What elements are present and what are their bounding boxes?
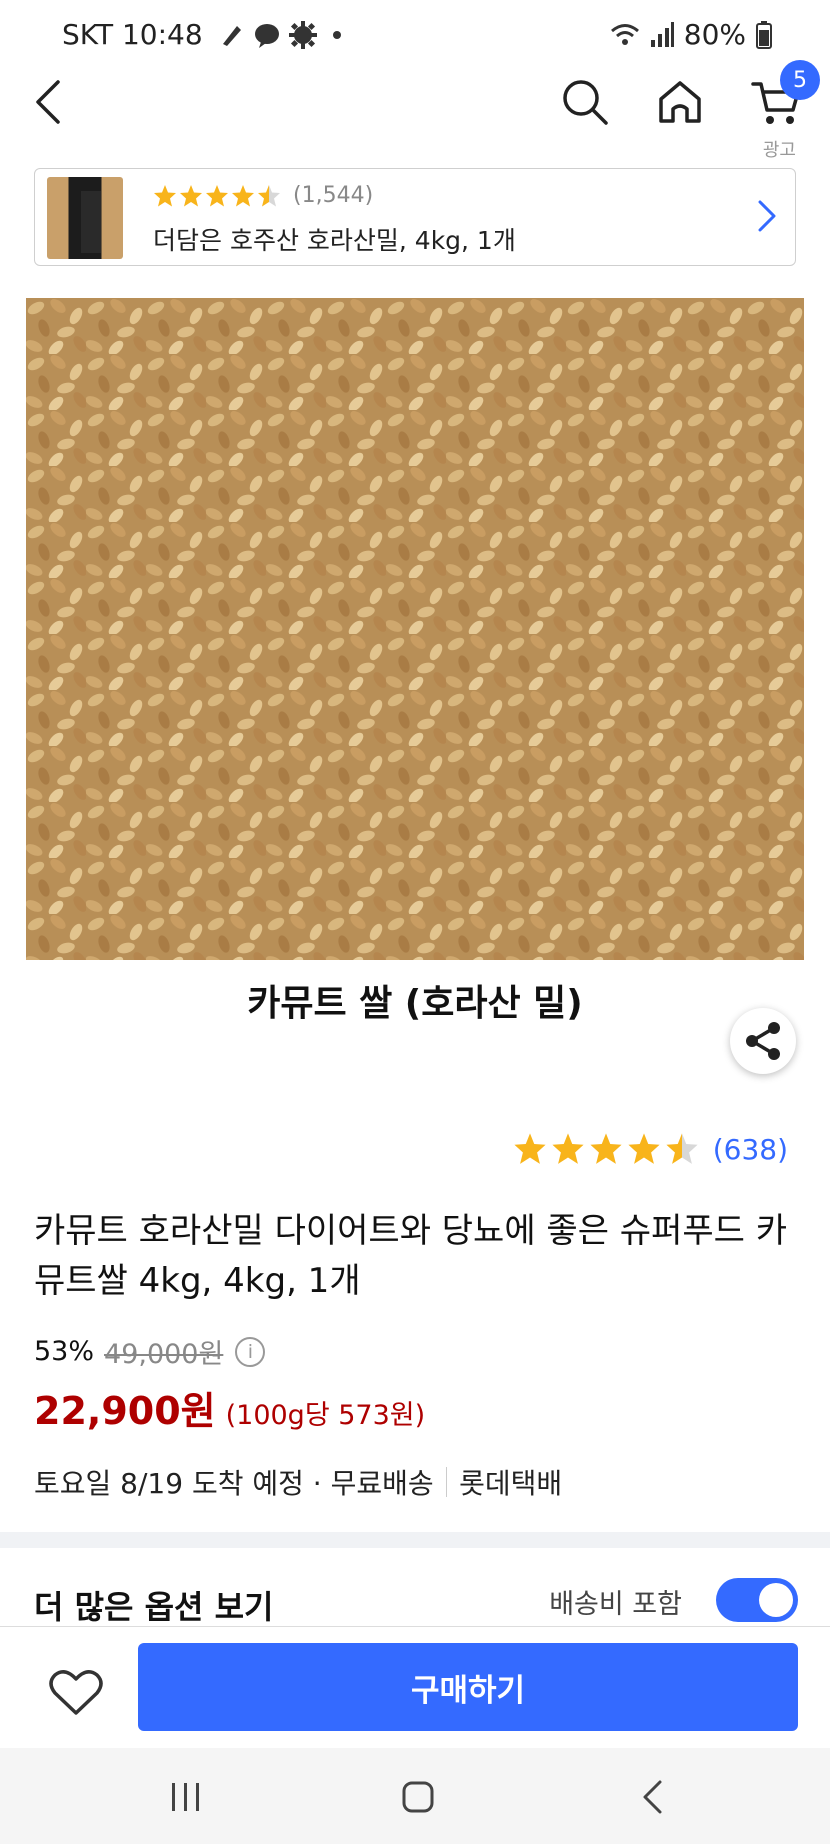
star-icon [628,1133,660,1164]
price-row: 22,900원 (100g당 573원) [34,1380,425,1435]
pen-notification-icon [222,25,241,46]
bottom-action-bar: 구매하기 [0,1626,830,1748]
divider [445,1467,448,1497]
sale-price: 22,900원 [34,1389,216,1433]
search-icon [563,80,608,125]
related-product-rating: (1,544) [153,183,373,208]
discount-rate: 53% [34,1336,95,1367]
image-caption: 카뮤트 쌀 (호라산 밀) [247,983,583,1024]
toggle-knob [759,1583,793,1617]
ad-label: 광고 [762,140,796,161]
home-button[interactable] [655,74,705,130]
delivery-carrier: 롯데택배 [459,1467,563,1500]
cart-count-badge: 5 [780,60,820,100]
search-button[interactable] [560,74,610,130]
star-icon [206,184,228,206]
product-rating[interactable]: (638) [513,1132,788,1166]
unit-price: (100g당 573원) [225,1400,426,1431]
star-icon [232,184,254,206]
back-nav-button[interactable] [622,1776,682,1818]
discount-row: 53% 49,000원 i [34,1332,266,1371]
heart-icon [49,1670,103,1715]
star-icon [590,1133,622,1164]
shipping-included-label: 배송비 포함 [549,1589,682,1620]
chevron-right-icon [757,199,777,237]
grain-photo [26,298,804,1042]
review-count-link[interactable]: (638) [713,1133,788,1166]
battery-icon [756,20,772,49]
buy-button[interactable]: 구매하기 [138,1643,798,1731]
recent-apps-icon [172,1783,199,1811]
home-square-icon [402,1781,434,1813]
star-icon [258,184,280,206]
chevron-left-icon [36,80,60,124]
battery-percent: 80% [683,18,746,51]
star-icon [154,184,176,206]
related-product-thumbnail [47,177,123,259]
system-nav-bar [0,1748,830,1844]
wifi-icon [610,23,639,45]
home-nav-button[interactable] [388,1776,448,1818]
back-button[interactable] [28,74,68,130]
wishlist-button[interactable] [46,1665,106,1721]
star-icon [514,1133,546,1164]
share-button[interactable] [730,1008,796,1074]
more-notifications-icon [332,30,341,39]
star-icon [180,184,202,206]
home-icon [659,81,701,123]
star-icon [552,1133,584,1164]
product-title: 카뮤트 호라산밀 다이어트와 당뇨에 좋은 슈퍼푸드 카뮤트쌀 4kg, 4kg… [34,1211,788,1301]
status-bar: SKT 10:48 80% [0,0,830,74]
settings-notification-icon [288,20,317,49]
back-nav-icon [643,1780,662,1814]
delivery-info: 토요일 8/19 도착 예정 · 무료배송 롯데택배 [34,1462,562,1502]
talk-notification-icon [254,23,279,48]
original-price: 49,000원 [104,1339,224,1370]
share-icon [746,1022,780,1060]
info-icon[interactable]: i [235,1336,266,1367]
delivery-arrival: 토요일 8/19 도착 예정 · 무료배송 [34,1467,434,1500]
recent-apps-button[interactable] [156,1776,216,1818]
shipping-included-toggle[interactable] [716,1578,798,1622]
related-product-title: 더담은 호주산 호라산밀, 4kg, 1개 [153,226,516,255]
more-options-title: 더 많은 옵션 보기 [34,1588,274,1626]
signal-icon [650,21,674,47]
rating-stars [153,184,281,208]
product-image[interactable]: 카뮤트 쌀 (호라산 밀) [26,298,804,1042]
more-options-section: 더 많은 옵션 보기 배송비 포함 [0,1560,830,1626]
rating-stars [513,1132,699,1166]
related-product-review-count: (1,544) [293,183,374,208]
top-header: 5 광고 [0,60,830,170]
star-icon [666,1133,698,1164]
related-product-card[interactable]: (1,544) 더담은 호주산 호라산밀, 4kg, 1개 [34,168,796,266]
carrier-time: SKT 10:48 [62,18,203,51]
section-divider [0,1532,830,1548]
